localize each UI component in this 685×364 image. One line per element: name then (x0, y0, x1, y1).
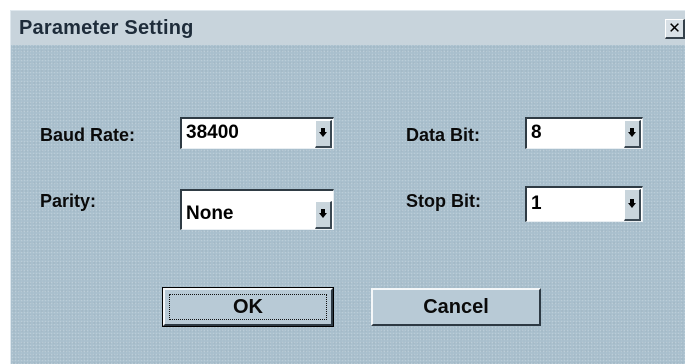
parity-select[interactable]: None (180, 189, 334, 230)
parameter-setting-dialog: Parameter Setting ✕ Baud Rate: 38400 Dat… (10, 10, 685, 364)
data-bit-dropdown-button[interactable] (624, 120, 641, 148)
close-icon: ✕ (668, 19, 681, 37)
parity-dropdown-button[interactable] (315, 201, 332, 229)
data-bit-label: Data Bit: (406, 125, 481, 145)
baud-rate-label: Baud Rate: (40, 125, 136, 145)
parity-value: None (186, 203, 234, 224)
screen: Parameter Setting ✕ Baud Rate: 38400 Dat… (0, 0, 685, 364)
title-bar[interactable]: Parameter Setting ✕ (11, 11, 685, 45)
ok-button-label: OK (233, 296, 263, 318)
stop-bit-dropdown-button[interactable] (624, 189, 641, 221)
stop-bit-value: 1 (531, 193, 542, 214)
stop-bit-select[interactable]: 1 (525, 186, 643, 222)
ok-button[interactable]: OK (162, 287, 334, 327)
parity-label: Parity: (40, 191, 97, 211)
window-title: Parameter Setting (19, 17, 194, 39)
baud-rate-value: 38400 (186, 122, 239, 143)
cancel-button-label: Cancel (423, 296, 489, 318)
stop-bit-label: Stop Bit: (406, 191, 481, 211)
data-bit-value: 8 (531, 122, 542, 143)
close-button[interactable]: ✕ (665, 19, 685, 39)
cancel-button[interactable]: Cancel (371, 288, 541, 326)
baud-rate-dropdown-button[interactable] (315, 120, 332, 148)
baud-rate-select[interactable]: 38400 (180, 117, 334, 149)
data-bit-select[interactable]: 8 (525, 117, 643, 149)
